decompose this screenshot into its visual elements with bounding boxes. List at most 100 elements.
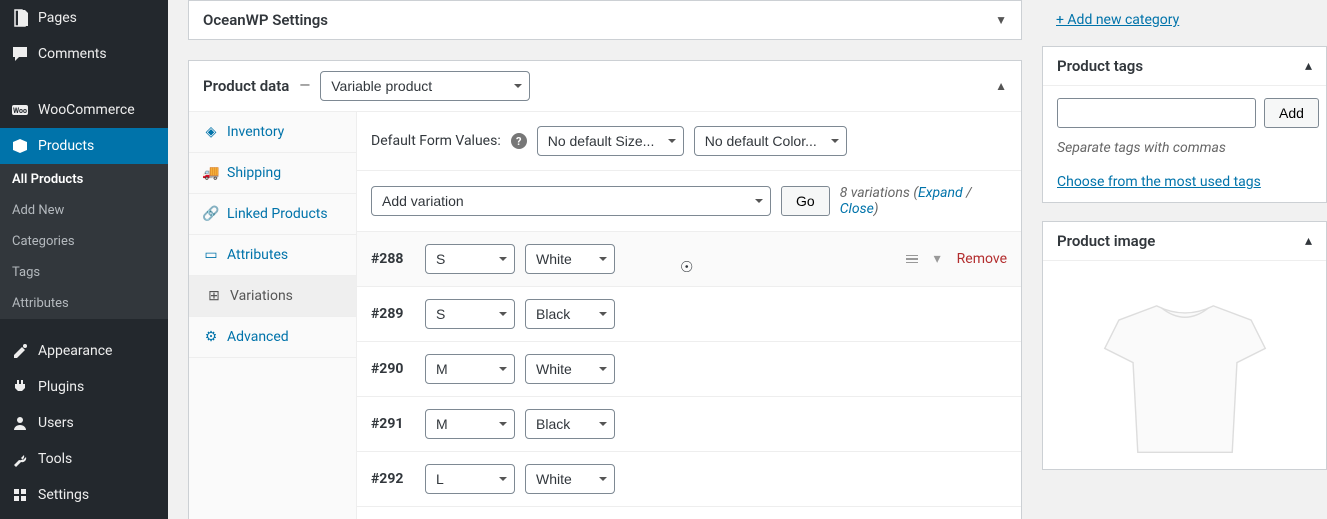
expand-link[interactable]: Expand [918, 185, 963, 201]
variation-row[interactable]: #293 L Black [357, 507, 1021, 519]
variation-row[interactable]: #288 S White ▾ Remove [357, 232, 1021, 287]
add-new-category-link[interactable]: + Add new category [1056, 12, 1179, 28]
drag-handle-icon[interactable] [906, 255, 918, 264]
sidebar-sub-categories[interactable]: Categories [0, 226, 168, 257]
product-type-select[interactable]: Variable product [320, 71, 530, 101]
sidebar-sub-attributes[interactable]: Attributes [0, 288, 168, 319]
pd-body: ◈Inventory 🚚Shipping 🔗Linked Products ▭A… [189, 112, 1021, 519]
product-image[interactable] [1057, 287, 1312, 457]
settings-icon [10, 485, 30, 505]
product-type-select-wrap: Variable product [320, 71, 530, 101]
sidebar-label: Users [38, 415, 74, 431]
pd-tabs: ◈Inventory 🚚Shipping 🔗Linked Products ▭A… [189, 112, 357, 519]
tab-variations[interactable]: ⊞Variations [189, 276, 356, 317]
sidebar-label: Appearance [38, 343, 112, 359]
sidebar-item-tools[interactable]: Tools [0, 441, 168, 477]
sidebar-label: Products [38, 138, 94, 154]
variation-id: #289 [371, 306, 415, 322]
product-data-header: Product data — Variable product ▲ [189, 61, 1021, 112]
caret-down-icon[interactable]: ▼ [995, 13, 1007, 27]
caret-up-icon[interactable]: ▴ [1305, 233, 1312, 249]
variation-size-select[interactable]: M [425, 354, 515, 384]
sidebar-label: Plugins [38, 379, 84, 395]
sidebar-item-appearance[interactable]: Appearance [0, 333, 168, 369]
admin-sidebar: Pages Comments Woo WooCommerce Products … [0, 0, 168, 519]
product-image-title: Product image [1057, 232, 1155, 250]
tags-hint: Separate tags with commas [1057, 140, 1312, 156]
variation-row-actions: ▾ Remove [906, 251, 1007, 267]
go-button[interactable]: Go [781, 186, 830, 216]
sidebar-submenu: All Products Add New Categories Tags Att… [0, 164, 168, 319]
comments-icon [10, 44, 30, 64]
main-column: OceanWP Settings ▼ Product data — Variab… [168, 0, 1042, 519]
close-link[interactable]: Close [840, 201, 874, 217]
sidebar-item-comments[interactable]: Comments [0, 36, 168, 72]
pd-dash: — [299, 78, 310, 94]
variation-row[interactable]: #290 M White [357, 342, 1021, 397]
choose-tags-link[interactable]: Choose from the most used tags [1057, 174, 1261, 190]
variation-color-select[interactable]: Black [525, 409, 615, 439]
caret-up-icon[interactable]: ▲ [995, 79, 1007, 93]
advanced-icon: ⚙ [203, 329, 219, 345]
variation-meta: 8 variations (Expand / Close) [840, 185, 1007, 217]
help-icon[interactable]: ? [511, 133, 527, 149]
variation-row[interactable]: #291 M Black [357, 397, 1021, 452]
sidebar-label: Tools [38, 451, 72, 467]
add-tag-button[interactable]: Add [1264, 98, 1319, 128]
sidebar-label: Comments [38, 46, 107, 62]
variation-size-select[interactable]: L [425, 464, 515, 494]
default-color-select[interactable]: No default Color... [694, 126, 847, 156]
pd-title: Product data [203, 77, 289, 95]
variation-id: #288 [371, 251, 415, 267]
product-image-box: Product image ▴ [1042, 221, 1327, 470]
add-variation-row: Add variation Go 8 variations (Expand / … [357, 171, 1021, 232]
tools-icon [10, 449, 30, 469]
sidebar-item-woocommerce[interactable]: Woo WooCommerce [0, 92, 168, 128]
sidebar-item-settings[interactable]: Settings [0, 477, 168, 513]
sidebar-item-plugins[interactable]: Plugins [0, 369, 168, 405]
tab-linked-products[interactable]: 🔗Linked Products [189, 194, 356, 235]
variation-color-select[interactable]: Black [525, 299, 615, 329]
variation-size-select[interactable]: S [425, 244, 515, 274]
tab-attributes[interactable]: ▭Attributes [189, 235, 356, 276]
tab-shipping[interactable]: 🚚Shipping [189, 153, 356, 194]
product-tags-title: Product tags [1057, 57, 1143, 75]
caret-up-icon[interactable]: ▴ [1305, 58, 1312, 74]
oceanwp-panel[interactable]: OceanWP Settings ▼ [188, 0, 1022, 40]
variation-color-select[interactable]: White [525, 354, 615, 384]
chevron-down-icon[interactable]: ▾ [934, 251, 941, 267]
users-icon [10, 413, 30, 433]
sidebar-sub-all-products[interactable]: All Products [0, 164, 168, 195]
attributes-icon: ▭ [203, 247, 219, 263]
oceanwp-title: OceanWP Settings [203, 11, 328, 29]
tab-inventory[interactable]: ◈Inventory [189, 112, 356, 153]
variation-id: #290 [371, 361, 415, 377]
shipping-icon: 🚚 [203, 165, 219, 181]
sidebar-sub-tags[interactable]: Tags [0, 257, 168, 288]
product-tags-input[interactable] [1057, 98, 1256, 128]
variation-size-select[interactable]: S [425, 299, 515, 329]
remove-link[interactable]: Remove [957, 251, 1007, 267]
svg-text:Woo: Woo [13, 107, 27, 115]
variation-color-select[interactable]: White [525, 244, 615, 274]
default-size-select[interactable]: No default Size... [537, 126, 684, 156]
tab-advanced[interactable]: ⚙Advanced [189, 317, 356, 358]
link-icon: 🔗 [203, 206, 219, 222]
sidebar-item-products[interactable]: Products [0, 128, 168, 164]
inventory-icon: ◈ [203, 124, 219, 140]
variation-size-select[interactable]: M [425, 409, 515, 439]
sidebar-label: WooCommerce [38, 102, 135, 118]
variation-row[interactable]: #292 L White [357, 452, 1021, 507]
variation-row[interactable]: #289 S Black [357, 287, 1021, 342]
sidebar-item-pages[interactable]: Pages [0, 0, 168, 36]
woocommerce-icon: Woo [10, 100, 30, 120]
sidebar-item-users[interactable]: Users [0, 405, 168, 441]
default-form-values-row: Default Form Values: ? No default Size..… [357, 112, 1021, 171]
add-variation-select[interactable]: Add variation [371, 186, 771, 216]
variation-color-select[interactable]: White [525, 464, 615, 494]
dfv-label: Default Form Values: [371, 133, 501, 149]
sidebar-sub-add-new[interactable]: Add New [0, 195, 168, 226]
appearance-icon [10, 341, 30, 361]
product-data-panel: Product data — Variable product ▲ ◈Inven… [188, 60, 1022, 519]
pd-content: Default Form Values: ? No default Size..… [357, 112, 1021, 519]
